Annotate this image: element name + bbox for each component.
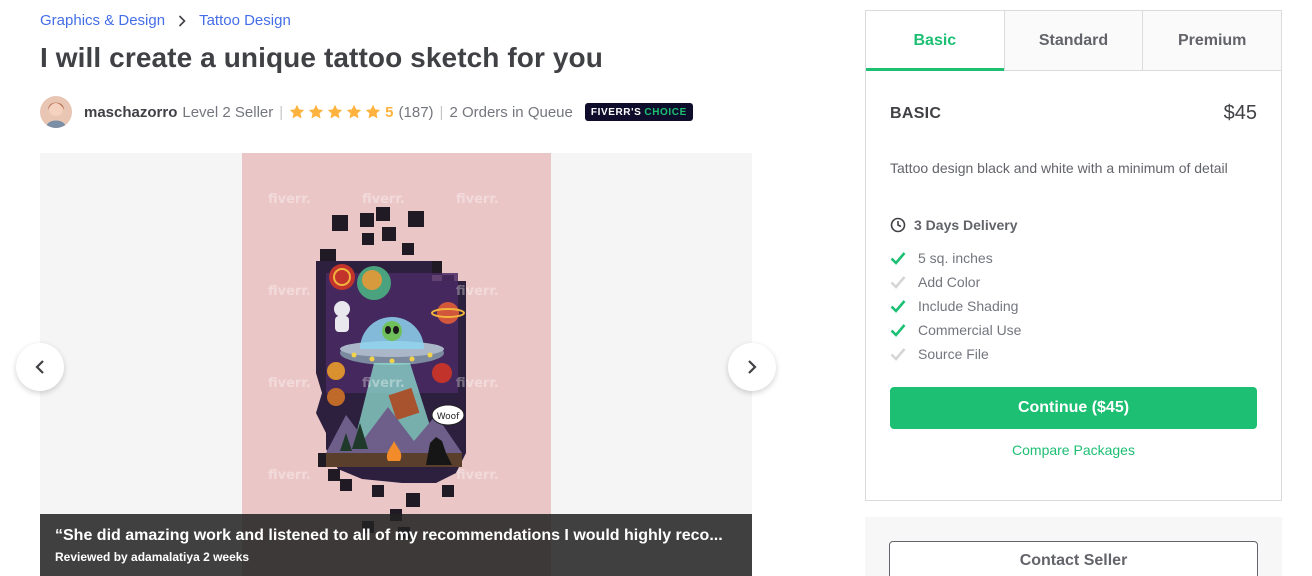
watermark: fiverr.: [268, 468, 311, 483]
package-description: Tattoo design black and white with a min…: [890, 160, 1228, 176]
check-icon: [890, 299, 906, 313]
watermark: fiverr.: [456, 284, 499, 299]
contact-section: Contact Seller: [865, 517, 1282, 576]
delivery-label: 3 Days Delivery: [914, 217, 1018, 233]
feature-label: Source File: [918, 346, 989, 362]
feature-label: Include Shading: [918, 298, 1019, 314]
orders-in-queue: 2 Orders in Queue: [449, 103, 573, 121]
package-panel: Basic Standard Premium BASIC $45 Tattoo …: [865, 10, 1282, 501]
divider: |: [279, 103, 284, 121]
package-content: BASIC $45 Tattoo design black and white …: [866, 102, 1281, 458]
badge-prefix: FIVERR'S: [590, 107, 642, 118]
watermark: fiverr.: [362, 192, 405, 207]
feature-item: Add Color: [890, 270, 1257, 294]
ratings-count[interactable]: (187): [399, 104, 434, 121]
feature-label: Add Color: [918, 274, 981, 290]
feature-item: Commercial Use: [890, 318, 1257, 342]
gig-title: I will create a unique tattoo sketch for…: [40, 42, 603, 73]
package-price: $45: [1223, 102, 1257, 124]
feature-item: Include Shading: [890, 294, 1257, 318]
check-icon: [890, 275, 906, 289]
feature-item: Source File: [890, 342, 1257, 366]
tab-basic[interactable]: Basic: [866, 11, 1004, 71]
seller-name[interactable]: maschazorro: [84, 104, 177, 121]
chevron-right-icon: [178, 14, 186, 27]
breadcrumb-tattoo-design[interactable]: Tattoo Design: [199, 12, 291, 29]
feature-label: Commercial Use: [918, 322, 1022, 338]
check-icon: [890, 347, 906, 361]
watermark: fiverr.: [268, 284, 311, 299]
fiverrs-choice-badge: FIVERR'S CHOICE: [584, 103, 693, 121]
feature-list: 5 sq. inches Add Color Include Shading Comm…: [890, 246, 1257, 366]
star-rating[interactable]: [289, 104, 381, 120]
watermark: fiverr.: [268, 376, 311, 391]
check-icon: [890, 323, 906, 337]
rating-score: 5: [385, 103, 394, 121]
watermark: fiverr.: [456, 376, 499, 391]
package-tabs: Basic Standard Premium: [866, 11, 1282, 71]
star-icon: [289, 104, 305, 119]
feature-label: 5 sq. inches: [918, 250, 993, 266]
seller-overview: maschazorro Level 2 Seller | 5 (187) | 2…: [40, 96, 693, 128]
contact-seller-button[interactable]: Contact Seller: [889, 541, 1258, 576]
chevron-left-icon: [35, 360, 44, 374]
star-icon: [365, 104, 381, 119]
watermark: fiverr.: [362, 376, 405, 391]
review-quote: “She did amazing work and listened to al…: [55, 527, 723, 544]
compare-packages-link[interactable]: Compare Packages: [890, 442, 1257, 458]
star-icon: [308, 104, 324, 119]
review-snippet[interactable]: “She did amazing work and listened to al…: [40, 514, 752, 576]
chevron-right-icon: [748, 360, 757, 374]
breadcrumb-graphics-design[interactable]: Graphics & Design: [40, 12, 165, 29]
clock-icon: [890, 217, 906, 233]
tab-premium[interactable]: Premium: [1142, 11, 1282, 70]
continue-button[interactable]: Continue ($45): [890, 387, 1257, 429]
delivery-time: 3 Days Delivery: [890, 217, 1257, 233]
review-meta: Reviewed by adamalatiya 2 weeks: [55, 550, 250, 564]
gallery-next-button[interactable]: [728, 343, 776, 391]
speech-bubble-text: Woof: [437, 412, 460, 422]
seller-level: Level 2 Seller: [182, 103, 274, 121]
feature-item: 5 sq. inches: [890, 246, 1257, 270]
divider: |: [439, 103, 444, 121]
tab-standard[interactable]: Standard: [1003, 11, 1143, 70]
watermark: fiverr.: [456, 192, 499, 207]
check-icon: [890, 251, 906, 265]
seller-avatar[interactable]: [40, 96, 72, 128]
package-header: BASIC $45: [890, 102, 1257, 125]
gallery-image[interactable]: Woof fiverr. fiverr. fiverr. fiverr. fiverr…: [242, 153, 551, 576]
watermark: fiverr.: [268, 192, 311, 207]
package-name: BASIC: [890, 104, 942, 122]
tattoo-sketch-image: Woof fiverr. fiverr. fiverr. fiverr. fiverr…: [242, 153, 551, 576]
badge-suffix: CHOICE: [644, 107, 687, 118]
watermark: fiverr.: [456, 468, 499, 483]
star-icon: [346, 104, 362, 119]
gallery-prev-button[interactable]: [16, 343, 64, 391]
breadcrumb: Graphics & Design Tattoo Design: [40, 12, 291, 29]
star-icon: [327, 104, 343, 119]
gig-gallery[interactable]: Woof fiverr. fiverr. fiverr. fiverr. fiverr…: [40, 153, 752, 576]
